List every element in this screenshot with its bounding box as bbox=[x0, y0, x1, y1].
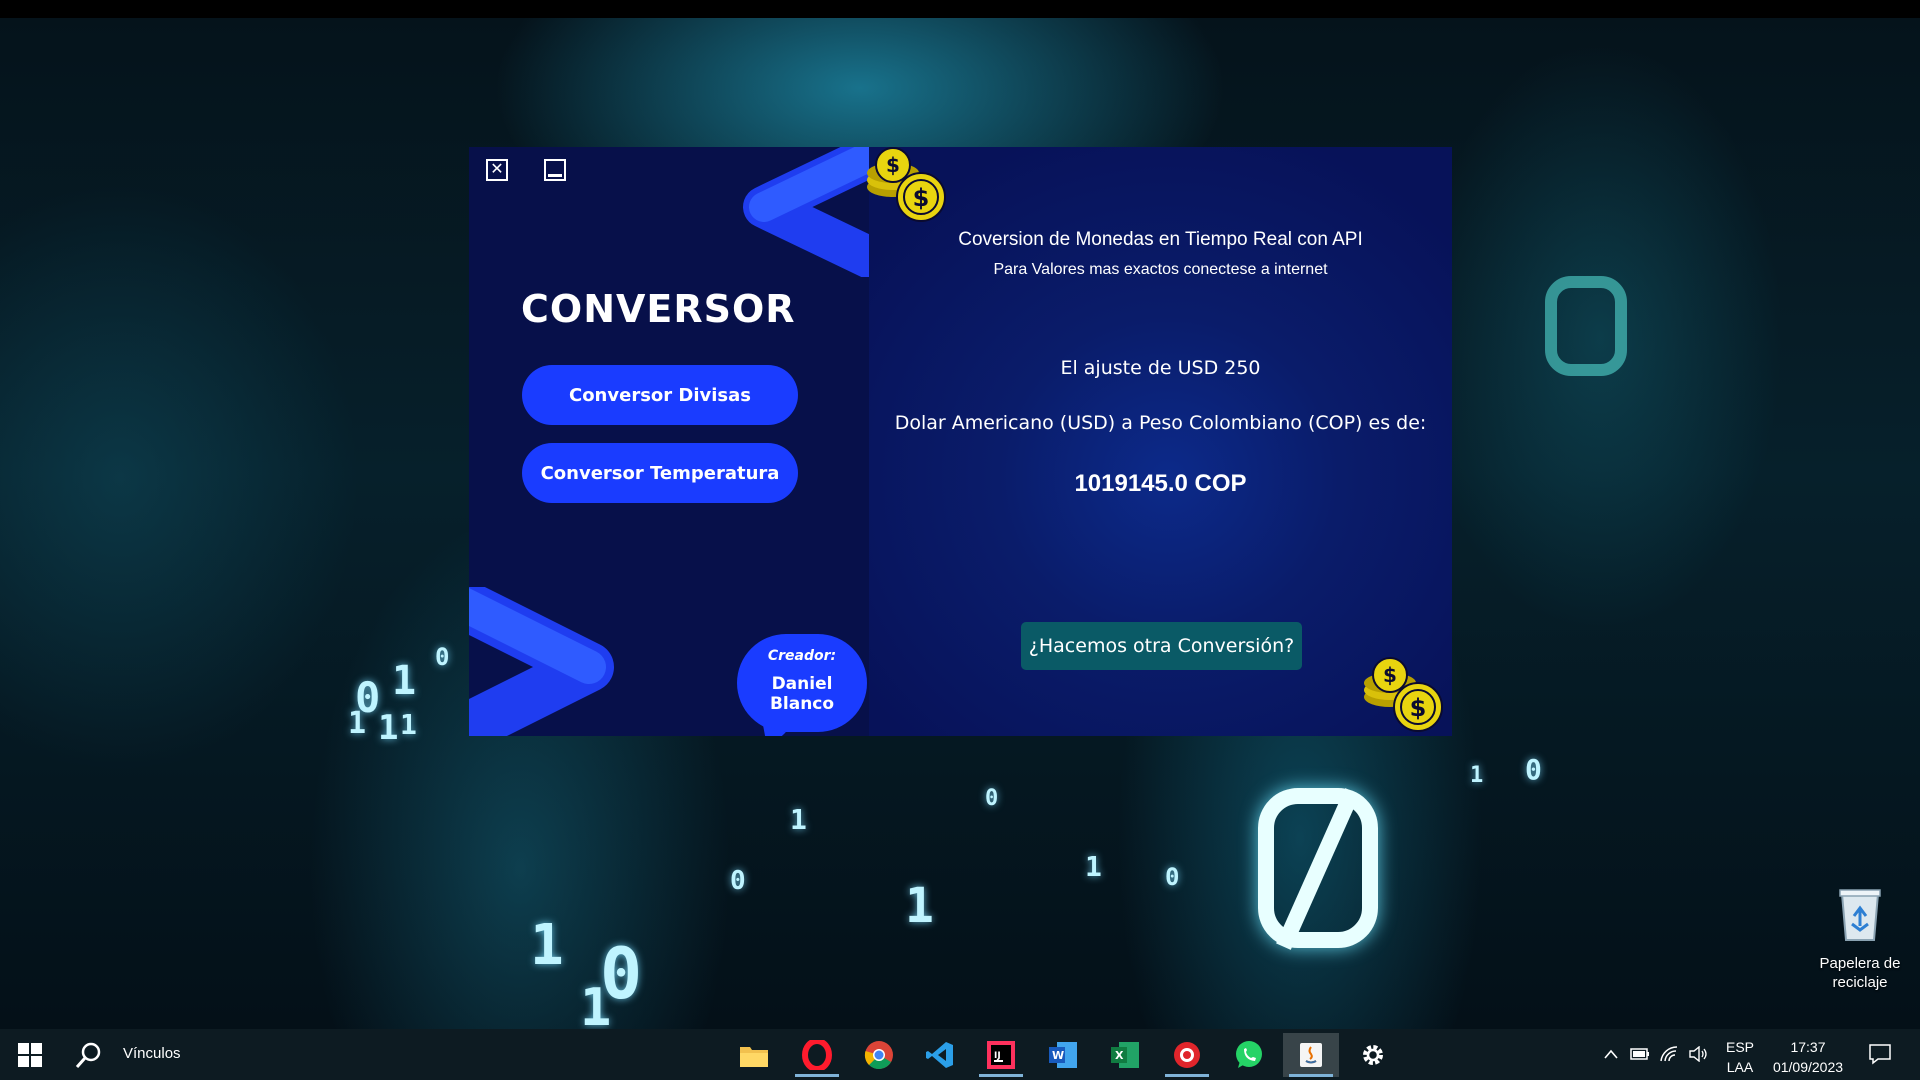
app-logo: CONVERSOR bbox=[521, 287, 796, 331]
svg-text:$: $ bbox=[913, 184, 930, 212]
system-clock[interactable]: 17:37 01/09/2023 bbox=[1764, 1037, 1852, 1077]
conversion-result: 1019145.0 COP bbox=[1074, 470, 1247, 497]
minimize-button[interactable] bbox=[544, 159, 566, 181]
creator-badge: Creador: Daniel Blanco bbox=[737, 634, 867, 732]
taskbar: Vínculos IJ W X ESP LAA 17:37 01/09/2023 bbox=[0, 1029, 1920, 1080]
close-button[interactable]: ✕ bbox=[486, 159, 508, 181]
svg-text:$: $ bbox=[1383, 663, 1397, 687]
intellij-icon[interactable]: IJ bbox=[973, 1033, 1029, 1077]
coins-icon: $ $ bbox=[1364, 657, 1443, 732]
search-icon[interactable] bbox=[74, 1040, 104, 1070]
word-icon[interactable]: W bbox=[1035, 1033, 1091, 1077]
windows-start-icon[interactable] bbox=[18, 1043, 42, 1067]
matrix-digit: 1 bbox=[905, 878, 934, 934]
recycle-bin-label: Papelera de reciclaje bbox=[1819, 955, 1901, 991]
matrix-digit: 1 bbox=[392, 658, 417, 704]
vscode-icon[interactable] bbox=[912, 1033, 968, 1077]
amount-text: El ajuste de USD 250 bbox=[1060, 357, 1261, 379]
currency-converter-button[interactable]: Conversor Divisas bbox=[522, 365, 798, 425]
svg-text:X: X bbox=[1115, 1049, 1124, 1062]
file-explorer-icon[interactable] bbox=[726, 1033, 782, 1077]
whatsapp-icon[interactable] bbox=[1221, 1033, 1277, 1077]
clock-date: 01/09/2023 bbox=[1772, 1059, 1844, 1075]
svg-text:IJ: IJ bbox=[994, 1051, 1001, 1061]
recycle-bin[interactable]: Papelera de reciclaje bbox=[1810, 886, 1910, 992]
wifi-icon[interactable] bbox=[1659, 1045, 1679, 1063]
wallpaper-big-zero bbox=[1258, 788, 1378, 948]
temperature-converter-button[interactable]: Conversor Temperatura bbox=[522, 443, 798, 503]
matrix-digit: 1 bbox=[530, 913, 564, 978]
input-language-indicator[interactable]: ESP LAA bbox=[1726, 1037, 1754, 1077]
wallpaper-zero-glyph bbox=[1545, 276, 1627, 376]
convert-again-button[interactable]: ¿Hacemos otra Conversión? bbox=[1021, 622, 1302, 670]
converter-window: ✕ CONVERSOR Conversor Divisas Conversor … bbox=[469, 147, 1452, 736]
matrix-digit: 1 bbox=[378, 708, 399, 748]
matrix-digit: 1 bbox=[790, 803, 807, 836]
chrome-icon[interactable] bbox=[851, 1033, 907, 1077]
matrix-digit: 1 bbox=[580, 978, 612, 1029]
coins-icon: $ $ bbox=[867, 147, 946, 222]
search-box-label[interactable]: Vínculos bbox=[123, 1045, 181, 1062]
matrix-digit: 0 bbox=[1165, 863, 1180, 891]
page-title: Coversion de Monedas en Tiempo Real con … bbox=[958, 229, 1363, 250]
matrix-digit: 1 bbox=[1085, 850, 1102, 883]
settings-icon[interactable] bbox=[1345, 1033, 1401, 1077]
conversion-panel: $ $ Coversion de Monedas en Tiempo Real … bbox=[867, 147, 1452, 736]
creator-name: Daniel Blanco bbox=[769, 674, 835, 714]
svg-text:W: W bbox=[1052, 1049, 1064, 1062]
matrix-digit: 0 bbox=[985, 786, 999, 811]
opera-icon[interactable] bbox=[789, 1033, 845, 1077]
matrix-digit: 1 bbox=[400, 708, 417, 741]
matrix-digit: 0 bbox=[730, 866, 746, 896]
excel-icon[interactable]: X bbox=[1097, 1033, 1153, 1077]
page-subtitle: Para Valores mas exactos conectese a int… bbox=[993, 261, 1328, 278]
matrix-digit: 0 bbox=[1525, 753, 1542, 786]
svg-text:$: $ bbox=[886, 153, 900, 177]
language-code: ESP bbox=[1726, 1039, 1755, 1055]
notification-center-icon[interactable] bbox=[1868, 1043, 1892, 1065]
sidebar: ✕ CONVERSOR Conversor Divisas Conversor … bbox=[469, 147, 869, 736]
matrix-digit: 1 bbox=[348, 706, 367, 741]
java-icon[interactable] bbox=[1283, 1033, 1339, 1077]
chevron-decoration-icon bbox=[469, 587, 614, 736]
creator-label: Creador: bbox=[767, 648, 837, 664]
conversion-description: Dolar Americano (USD) a Peso Colombiano … bbox=[894, 412, 1427, 434]
matrix-digit: 1 bbox=[1470, 763, 1484, 788]
recycle-bin-icon bbox=[1839, 889, 1881, 941]
volume-icon[interactable] bbox=[1688, 1046, 1708, 1062]
matrix-digit: 0 bbox=[435, 643, 450, 671]
screen-recorder-icon[interactable] bbox=[1159, 1033, 1215, 1077]
keyboard-layout: LAA bbox=[1726, 1059, 1754, 1075]
svg-text:$: $ bbox=[1410, 694, 1427, 722]
chevron-decoration-icon bbox=[743, 147, 869, 277]
chevron-up-icon[interactable] bbox=[1603, 1048, 1619, 1060]
battery-icon[interactable] bbox=[1630, 1047, 1650, 1061]
clock-time: 17:37 bbox=[1790, 1039, 1826, 1055]
